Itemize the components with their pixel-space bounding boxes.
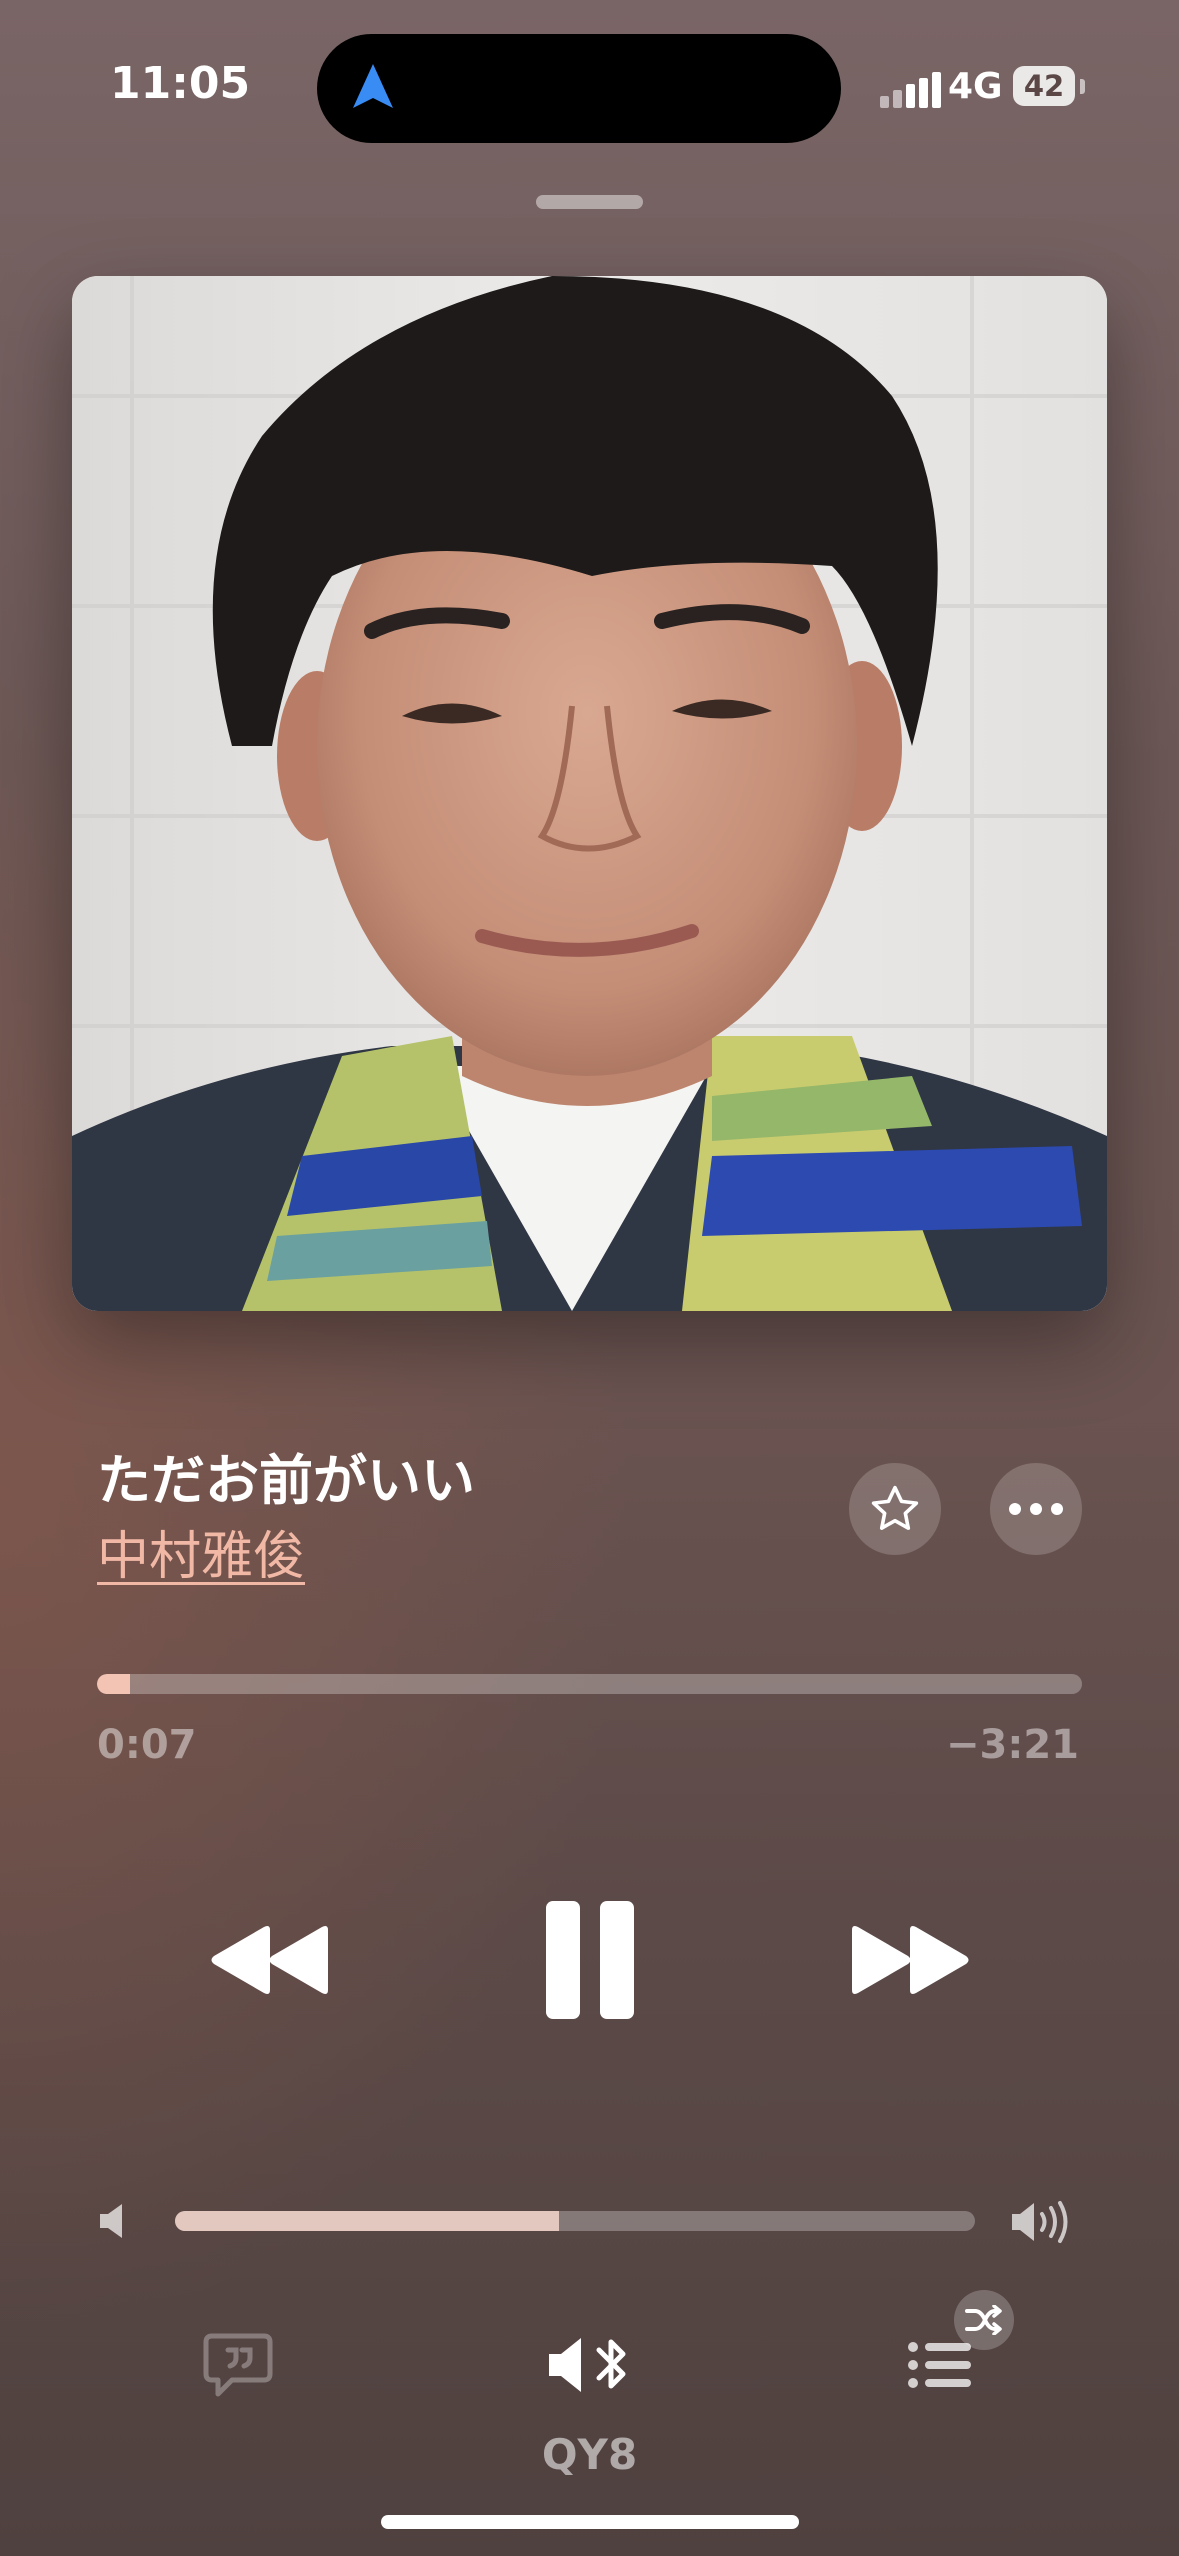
sheet-grabber[interactable] — [536, 195, 643, 209]
audio-output-button[interactable] — [545, 2330, 635, 2400]
playback-scrubber[interactable] — [97, 1674, 1082, 1694]
rewind-button[interactable] — [205, 1910, 335, 2010]
pause-icon — [546, 1901, 634, 2019]
output-device-label: QY8 — [541, 2430, 638, 2479]
album-artwork[interactable] — [72, 276, 1107, 1311]
album-artwork-portrait — [72, 276, 1107, 1311]
ellipsis-icon — [1009, 1503, 1063, 1515]
dynamic-island — [317, 34, 841, 143]
rewind-icon — [211, 1926, 328, 1994]
fast-forward-button[interactable] — [845, 1910, 975, 2010]
song-title: ただお前がいい — [97, 1449, 475, 1512]
star-icon — [871, 1485, 919, 1530]
lyrics-quote-bubble-icon — [203, 2333, 273, 2397]
shuffle-icon — [965, 2305, 1002, 2335]
favorite-button[interactable] — [849, 1463, 941, 1555]
battery-icon: 42 — [1013, 66, 1075, 106]
volume-slider[interactable] — [175, 2211, 975, 2231]
lyrics-button[interactable] — [200, 2330, 276, 2400]
artist-link[interactable]: 中村雅俊 — [97, 1514, 305, 1589]
cellular-signal-icon — [880, 68, 941, 108]
remaining-time: −3:21 — [945, 1722, 1079, 1768]
more-options-button[interactable] — [990, 1463, 1082, 1555]
fast-forward-icon — [852, 1926, 969, 1994]
location-arrow-icon — [353, 64, 393, 108]
volume-level-fill — [175, 2211, 559, 2231]
shuffle-indicator — [954, 2290, 1014, 2350]
volume-high-icon — [1010, 2200, 1076, 2244]
home-indicator[interactable] — [381, 2515, 799, 2529]
pause-button[interactable] — [535, 1895, 645, 2025]
status-time: 11:05 — [110, 58, 251, 109]
network-type: 4G — [948, 66, 1003, 107]
elapsed-time: 0:07 — [97, 1722, 197, 1768]
playback-progress-fill — [97, 1674, 131, 1694]
battery-cap — [1080, 79, 1085, 94]
volume-low-icon — [98, 2202, 138, 2242]
battery-level: 42 — [1023, 69, 1065, 103]
speaker-bluetooth-icon — [549, 2338, 626, 2392]
queue-list-icon — [908, 2342, 971, 2388]
